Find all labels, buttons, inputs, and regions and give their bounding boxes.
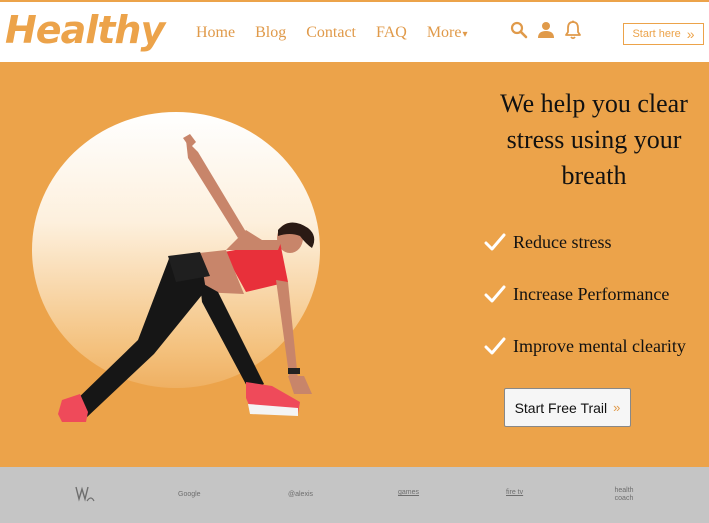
user-icon[interactable] (537, 20, 555, 40)
check-icon (484, 233, 506, 251)
feature-label: Increase Performance (513, 283, 670, 304)
chevron-down-icon: ▾ (462, 29, 468, 40)
bell-icon[interactable] (564, 20, 582, 40)
nav-contact[interactable]: Contact (306, 24, 356, 42)
feature-list: Reduce stress Increase Performance Impro… (484, 216, 686, 372)
search-icon[interactable] (510, 20, 528, 40)
site-header: Healthy Home Blog Contact FAQ More▾ Star… (0, 0, 709, 62)
hero-section: We help you clear stress using your brea… (0, 62, 709, 467)
feature-item: Reduce stress (484, 216, 686, 268)
nav-more[interactable]: More▾ (427, 24, 468, 42)
nav-more-label: More (426, 24, 462, 41)
partner-logos-bar: Google @alexis games fire tv health coac… (0, 467, 709, 523)
alexis-logo: @alexis (288, 491, 314, 498)
google-logo: Google (178, 491, 201, 498)
nav-faq[interactable]: FAQ (376, 24, 407, 42)
start-here-button[interactable]: Start here » (623, 23, 704, 45)
health-coach-logo: health coach (614, 487, 634, 502)
feature-item: Improve mental clearity (484, 320, 686, 372)
stretching-woman-illustration (58, 134, 315, 422)
double-chevron-right-icon: » (686, 26, 695, 42)
header-icons (510, 20, 591, 40)
wa-logo (72, 483, 96, 508)
nav-blog[interactable]: Blog (255, 24, 286, 42)
logo[interactable]: Healthy (5, 8, 165, 52)
games-logo: games (398, 489, 420, 496)
firetv-logo: fire tv (506, 489, 524, 496)
check-icon (484, 337, 506, 355)
nav-home[interactable]: Home (196, 24, 235, 42)
feature-item: Increase Performance (484, 268, 686, 320)
feature-label: Improve mental clearity (513, 335, 686, 356)
main-nav: Home Blog Contact FAQ More▾ (196, 24, 488, 42)
start-here-label: Start here (632, 28, 681, 40)
hero-headline: We help you clear stress using your brea… (500, 89, 688, 190)
start-free-trial-button[interactable]: Start Free Trail » (504, 388, 631, 427)
feature-label: Reduce stress (513, 231, 612, 252)
double-chevron-right-icon: » (613, 400, 621, 415)
cta-label: Start Free Trail (514, 399, 608, 416)
check-icon (484, 285, 506, 303)
